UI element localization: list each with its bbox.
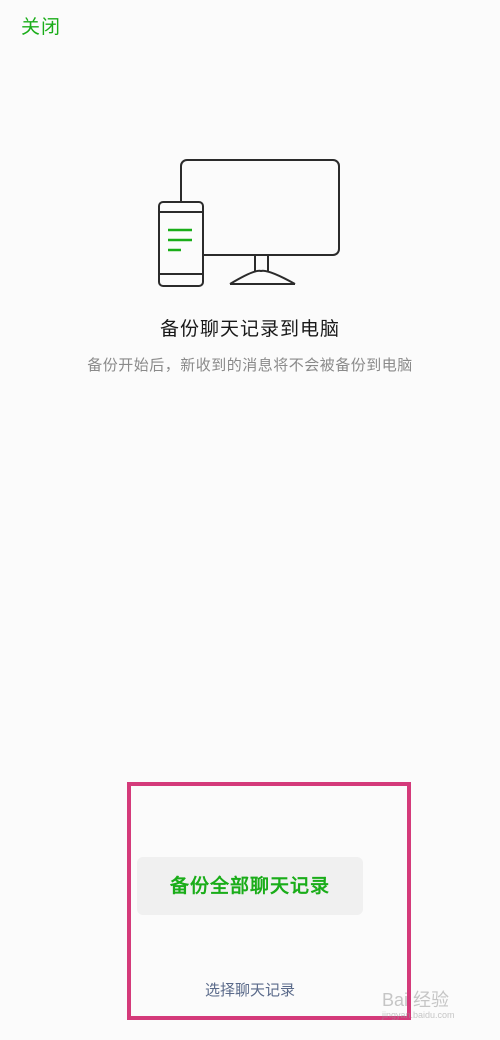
watermark-subtext: jingyan.baidu.com	[382, 1010, 455, 1020]
page-title: 备份聊天记录到电脑	[159, 318, 340, 340]
select-chat-records-link[interactable]: 选择聊天记录	[150, 979, 350, 1000]
watermark-text: Bai 经验	[382, 990, 450, 1010]
close-button[interactable]: 关闭	[21, 12, 61, 39]
backup-all-button[interactable]: 备份全部聊天记录	[137, 857, 363, 915]
phone-and-monitor-icon	[158, 159, 340, 287]
baidu-jingyan-watermark: Bai 经验 jingyan.baidu.com	[382, 986, 492, 1030]
page-subtitle: 备份开始后，新收到的消息将不会被备份到电脑	[87, 356, 413, 374]
